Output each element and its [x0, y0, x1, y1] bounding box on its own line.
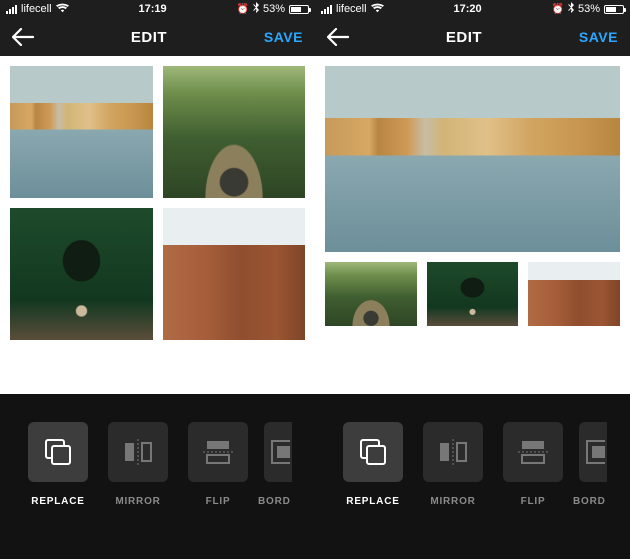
- tool-label: FLIP: [521, 496, 546, 507]
- wifi-icon: [56, 3, 69, 16]
- carrier-label: lifecell: [336, 3, 367, 15]
- header: EDIT SAVE: [0, 18, 315, 56]
- collage-canvas[interactable]: [0, 56, 315, 394]
- border-icon: [585, 439, 605, 465]
- back-button[interactable]: [327, 28, 349, 46]
- collage-cell[interactable]: [325, 262, 417, 326]
- collage-cell[interactable]: [163, 66, 306, 198]
- battery-icon: [289, 5, 309, 14]
- tool-label: REPLACE: [31, 496, 84, 507]
- tool-label: BORD: [573, 496, 613, 507]
- tool-label: MIRROR: [115, 496, 160, 507]
- status-time: 17:20: [453, 3, 481, 15]
- flip-icon: [203, 439, 233, 465]
- battery-icon: [604, 5, 624, 14]
- tool-label: FLIP: [206, 496, 231, 507]
- toolbar: REPLACE MIRROR FLIP BORD: [0, 394, 315, 559]
- flip-icon: [518, 439, 548, 465]
- toolbar: REPLACE MIRROR FLIP BORD: [315, 394, 630, 559]
- signal-icon: [321, 5, 332, 14]
- collage-cell[interactable]: [325, 66, 620, 252]
- bluetooth-icon: [568, 2, 574, 16]
- tool-border[interactable]: BORD: [573, 422, 613, 532]
- collage-cell[interactable]: [528, 262, 620, 326]
- screen-left: lifecell 17:19 ⏰ 53% EDIT SAVE: [0, 0, 315, 559]
- screen-right: lifecell 17:20 ⏰ 53% EDIT SAVE: [315, 0, 630, 559]
- tool-mirror[interactable]: MIRROR: [413, 422, 493, 532]
- header: EDIT SAVE: [315, 18, 630, 56]
- save-button[interactable]: SAVE: [264, 29, 303, 45]
- tool-label: REPLACE: [346, 496, 399, 507]
- tool-replace[interactable]: REPLACE: [18, 422, 98, 532]
- battery-pct: 53%: [578, 3, 600, 15]
- alarm-icon: ⏰: [237, 4, 249, 15]
- mirror-icon: [438, 439, 468, 465]
- border-icon: [270, 439, 290, 465]
- wifi-icon: [371, 3, 384, 16]
- signal-icon: [6, 5, 17, 14]
- page-title: EDIT: [446, 29, 482, 46]
- tool-border[interactable]: BORD: [258, 422, 298, 532]
- status-time: 17:19: [138, 3, 166, 15]
- save-button[interactable]: SAVE: [579, 29, 618, 45]
- tool-label: BORD: [258, 496, 298, 507]
- collage-cell[interactable]: [427, 262, 519, 326]
- carrier-label: lifecell: [21, 3, 52, 15]
- replace-icon: [358, 437, 388, 467]
- status-bar: lifecell 17:19 ⏰ 53%: [0, 0, 315, 18]
- tool-flip[interactable]: FLIP: [493, 422, 573, 532]
- collage-cell[interactable]: [10, 66, 153, 198]
- tool-label: MIRROR: [430, 496, 475, 507]
- tool-replace[interactable]: REPLACE: [333, 422, 413, 532]
- collage-cell[interactable]: [163, 208, 306, 340]
- collage-cell[interactable]: [10, 208, 153, 340]
- back-button[interactable]: [12, 28, 34, 46]
- page-title: EDIT: [131, 29, 167, 46]
- tool-mirror[interactable]: MIRROR: [98, 422, 178, 532]
- replace-icon: [43, 437, 73, 467]
- mirror-icon: [123, 439, 153, 465]
- status-bar: lifecell 17:20 ⏰ 53%: [315, 0, 630, 18]
- battery-pct: 53%: [263, 3, 285, 15]
- collage-canvas[interactable]: [315, 56, 630, 394]
- tool-flip[interactable]: FLIP: [178, 422, 258, 532]
- bluetooth-icon: [253, 2, 259, 16]
- alarm-icon: ⏰: [552, 4, 564, 15]
